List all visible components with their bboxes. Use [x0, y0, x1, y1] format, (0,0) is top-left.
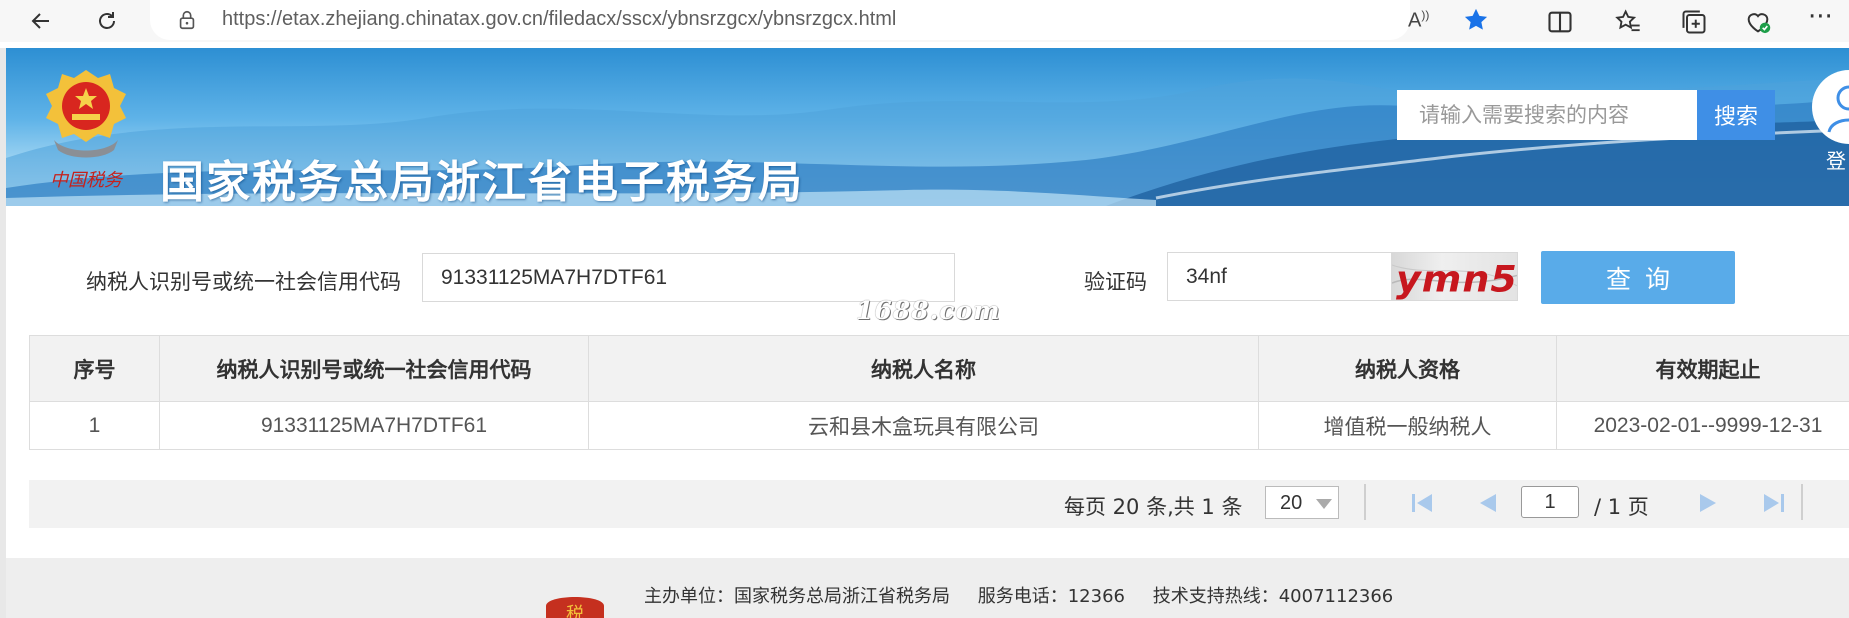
column-header-taxpayer-name: 纳税人名称	[588, 335, 1259, 402]
browser-essentials-icon[interactable]	[1744, 8, 1772, 36]
footer-hotline: 技术支持热线：4007112366	[1152, 586, 1394, 607]
back-arrow-icon	[31, 13, 49, 29]
cell-tax-id: 91331125MA7H7DTF61	[159, 401, 589, 450]
login-label[interactable]: 登	[1826, 145, 1846, 174]
pager-divider	[1801, 484, 1803, 520]
pagination-bar: 每页 20 条,共 1 条 20 / 1 页	[29, 480, 1849, 528]
site-title: 国家税务总局浙江省电子税务局	[160, 157, 804, 206]
read-aloud-icon[interactable]: A))	[1408, 8, 1429, 33]
tax-emblem-logo: 中国税务	[46, 70, 126, 191]
tax-id-label: 纳税人识别号或统一社会信用代码	[86, 270, 401, 294]
column-header-index: 序号	[29, 335, 160, 402]
footer-sponsor: 主办单位：国家税务总局浙江省税务局	[644, 586, 950, 607]
total-pages-label: / 1 页	[1594, 495, 1649, 519]
column-header-validity: 有效期起止	[1556, 335, 1849, 402]
captcha-input[interactable]	[1167, 252, 1391, 301]
cell-taxpayer-name: 云和县木盒玩具有限公司	[588, 401, 1259, 450]
address-bar[interactable]: https://etax.zhejiang.chinatax.gov.cn/fi…	[150, 0, 1488, 40]
column-header-qualification: 纳税人资格	[1258, 335, 1557, 402]
split-screen-icon[interactable]	[1546, 8, 1574, 36]
footer: 税 主办单位：国家税务总局浙江省税务局 服务电话：12366 技术支持热线：40…	[6, 558, 1849, 618]
login-avatar-icon[interactable]	[1812, 70, 1849, 144]
browser-toolbar: https://etax.zhejiang.chinatax.gov.cn/fi…	[0, 0, 1849, 42]
table-row: 1 91331125MA7H7DTF61 云和县木盒玩具有限公司 增值税一般纳税…	[29, 401, 1849, 450]
page-size-select[interactable]: 20	[1265, 486, 1339, 519]
favorites-icon[interactable]	[1614, 8, 1642, 36]
captcha-label: 验证码	[1084, 270, 1147, 294]
first-page-icon[interactable]	[1410, 492, 1434, 514]
previous-page-icon[interactable]	[1476, 492, 1500, 514]
more-menu-icon[interactable]: ···	[1808, 2, 1836, 32]
captcha-image[interactable]: ymn5	[1391, 252, 1518, 301]
pagination-summary: 每页 20 条,共 1 条	[1064, 495, 1243, 519]
url-text[interactable]: https://etax.zhejiang.chinatax.gov.cn/fi…	[222, 8, 896, 31]
svg-text:税: 税	[566, 604, 584, 618]
page-size-value: 20	[1280, 492, 1303, 514]
refresh-icon	[99, 12, 115, 29]
page-number-input[interactable]	[1521, 486, 1579, 518]
tax-id-input[interactable]	[422, 253, 955, 302]
svg-text:中国税务: 中国税务	[50, 170, 124, 191]
pager-divider	[1364, 484, 1366, 520]
site-search-input[interactable]	[1397, 90, 1697, 140]
footer-phone: 服务电话：12366	[977, 586, 1125, 607]
footer-tax-logo: 税	[546, 597, 604, 618]
watermark-text: 1688.com	[856, 296, 1001, 325]
site-search: 搜索	[1397, 90, 1775, 140]
cell-index: 1	[29, 401, 160, 450]
footer-info: 主办单位：国家税务总局浙江省税务局 服务电话：12366 技术支持热线：4007…	[644, 582, 1415, 608]
collections-icon[interactable]	[1680, 8, 1708, 36]
refresh-button[interactable]	[86, 0, 128, 42]
last-page-icon[interactable]	[1762, 492, 1786, 514]
cell-validity: 2023-02-01--9999-12-31	[1556, 401, 1849, 450]
site-search-button[interactable]: 搜索	[1697, 90, 1775, 140]
chevron-down-icon	[1316, 499, 1332, 509]
column-header-tax-id: 纳税人识别号或统一社会信用代码	[159, 335, 589, 402]
login-button[interactable]: 登	[1812, 70, 1849, 180]
favorite-star-icon[interactable]	[1462, 6, 1490, 34]
lock-icon[interactable]	[176, 9, 198, 31]
next-page-icon[interactable]	[1696, 492, 1720, 514]
captcha-text: ymn5	[1396, 258, 1518, 300]
result-table: 序号 纳税人识别号或统一社会信用代码 纳税人名称 纳税人资格 有效期起止 1 9…	[29, 335, 1849, 450]
back-button[interactable]	[20, 0, 62, 42]
cell-qualification: 增值税一般纳税人	[1258, 401, 1557, 450]
query-button[interactable]: 查询	[1541, 251, 1735, 304]
table-header-row: 序号 纳税人识别号或统一社会信用代码 纳税人名称 纳税人资格 有效期起止	[29, 335, 1849, 402]
